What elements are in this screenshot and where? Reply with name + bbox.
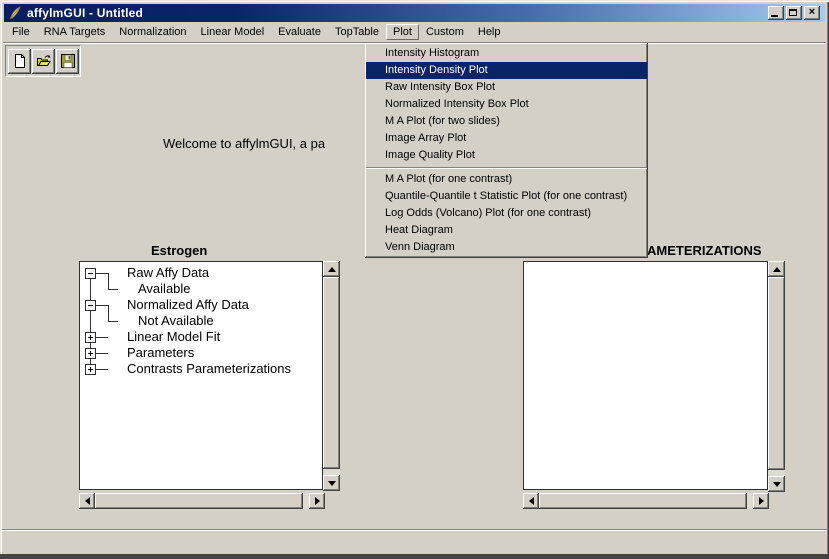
arrow-left-icon [85,497,90,505]
menu-item-heat-diagram[interactable]: Heat Diagram [366,222,647,239]
menu-item-ma-plot-one-contrast[interactable]: M A Plot (for one contrast) [366,171,647,188]
close-button[interactable]: × [804,6,820,20]
tree-stub-line [96,369,108,370]
left-panel-title: Estrogen [151,243,207,258]
application-window: affylmGUI - Untitled × File RNA Targets … [0,0,829,559]
menu-item-normalized-intensity-box-plot[interactable]: Normalized Intensity Box Plot [366,96,647,113]
arrow-right-icon [759,497,764,505]
scroll-left-button[interactable] [79,493,95,509]
tree-item-raw-affy-data[interactable]: Raw Affy Data [127,265,209,281]
open-file-button[interactable] [32,49,55,74]
scrollbar-thumb[interactable] [95,493,303,509]
arrow-up-icon [328,267,336,272]
right-horizontal-scrollbar[interactable] [523,493,769,509]
tree-expand-toggle[interactable] [85,348,96,359]
blank-page-icon [12,53,28,69]
menubar-item-normalization[interactable]: Normalization [112,24,193,40]
arrow-left-icon [529,497,534,505]
tree-expand-toggle[interactable] [85,332,96,343]
toolbar [5,45,81,77]
maximize-icon [789,9,797,16]
tree-item-not-available[interactable]: Not Available [138,313,214,329]
tree-item-available[interactable]: Available [138,281,191,297]
scrollbar-thumb[interactable] [768,277,785,470]
window-bottom-edge [0,554,829,559]
minimize-icon [771,15,778,17]
menu-item-venn-diagram[interactable]: Venn Diagram [366,239,647,256]
menubar-item-evaluate[interactable]: Evaluate [271,24,328,40]
scroll-down-button[interactable] [323,475,340,491]
scroll-up-button[interactable] [768,261,785,277]
menu-item-image-array-plot[interactable]: Image Array Plot [366,130,647,147]
scroll-up-button[interactable] [323,261,340,277]
menu-item-ma-plot-two-slides[interactable]: M A Plot (for two slides) [366,113,647,130]
scrollbar-thumb[interactable] [323,277,340,469]
scroll-right-button[interactable] [309,493,325,509]
minimize-button[interactable] [768,6,784,20]
scroll-right-button[interactable] [753,493,769,509]
menubar-item-plot[interactable]: Plot [386,24,419,40]
titlebar[interactable]: affylmGUI - Untitled × [4,4,825,22]
right-vertical-scrollbar[interactable] [768,261,785,492]
menu-item-intensity-histogram[interactable]: Intensity Histogram [366,45,647,62]
arrow-down-icon [773,482,781,487]
menu-item-intensity-density-plot[interactable]: Intensity Density Plot [366,62,647,79]
menubar-item-custom[interactable]: Custom [419,24,471,40]
tree-stub-line [96,337,108,338]
menubar-item-rna-targets[interactable]: RNA Targets [37,24,113,40]
save-file-button[interactable] [56,49,79,74]
tree-collapse-toggle[interactable] [85,300,96,311]
menu-item-log-odds-volcano-plot[interactable]: Log Odds (Volcano) Plot (for one contras… [366,205,647,222]
maximize-button[interactable] [786,6,802,20]
tree-expand-toggle[interactable] [85,364,96,375]
menu-item-qq-t-statistic-plot[interactable]: Quantile-Quantile t Statistic Plot (for … [366,188,647,205]
tree-branch-line [108,289,118,290]
menubar-item-file[interactable]: File [5,24,37,40]
left-vertical-scrollbar[interactable] [323,261,340,491]
scroll-left-button[interactable] [523,493,539,509]
arrow-down-icon [328,481,336,486]
right-panel-title: AMETERIZATIONS [647,243,762,258]
tree-branch-line [108,321,118,322]
new-file-button[interactable] [8,49,31,74]
tree-item-normalized-affy-data[interactable]: Normalized Affy Data [127,297,249,313]
window-title: affylmGUI - Untitled [27,6,143,20]
scrollbar-thumb[interactable] [539,493,747,509]
arrow-up-icon [773,267,781,272]
scroll-down-button[interactable] [768,476,785,492]
arrow-right-icon [315,497,320,505]
tree-stub-line [96,273,108,274]
floppy-disk-icon [60,53,76,69]
left-horizontal-scrollbar[interactable] [79,493,325,509]
tree-item-linear-model-fit[interactable]: Linear Model Fit [127,329,220,345]
tree-stub-line [96,305,108,306]
status-bar-separator [2,529,827,531]
menubar: File RNA Targets Normalization Linear Mo… [3,22,826,42]
welcome-text: Welcome to affylmGUI, a pa [163,136,325,151]
menubar-item-toptable[interactable]: TopTable [328,24,386,40]
tree-collapse-toggle[interactable] [85,268,96,279]
close-icon: × [804,6,820,19]
tree-branch-line [108,305,109,321]
menubar-item-linear-model[interactable]: Linear Model [194,24,272,40]
tree-branch-line [108,273,109,289]
open-folder-icon [36,53,52,69]
right-listbox[interactable] [523,261,768,490]
tree-item-contrasts-parameterizations[interactable]: Contrasts Parameterizations [127,361,291,377]
tree-item-parameters[interactable]: Parameters [127,345,194,361]
menu-separator [366,167,647,169]
menubar-item-help[interactable]: Help [471,24,508,40]
menu-item-image-quality-plot[interactable]: Image Quality Plot [366,147,647,164]
left-tree-listbox[interactable]: Raw Affy Data Available Normalized Affy … [79,261,323,490]
feather-icon [8,6,22,20]
plot-dropdown-menu: Intensity Histogram Intensity Density Pl… [365,43,648,258]
tree-stub-line [96,353,108,354]
menu-item-raw-intensity-box-plot[interactable]: Raw Intensity Box Plot [366,79,647,96]
